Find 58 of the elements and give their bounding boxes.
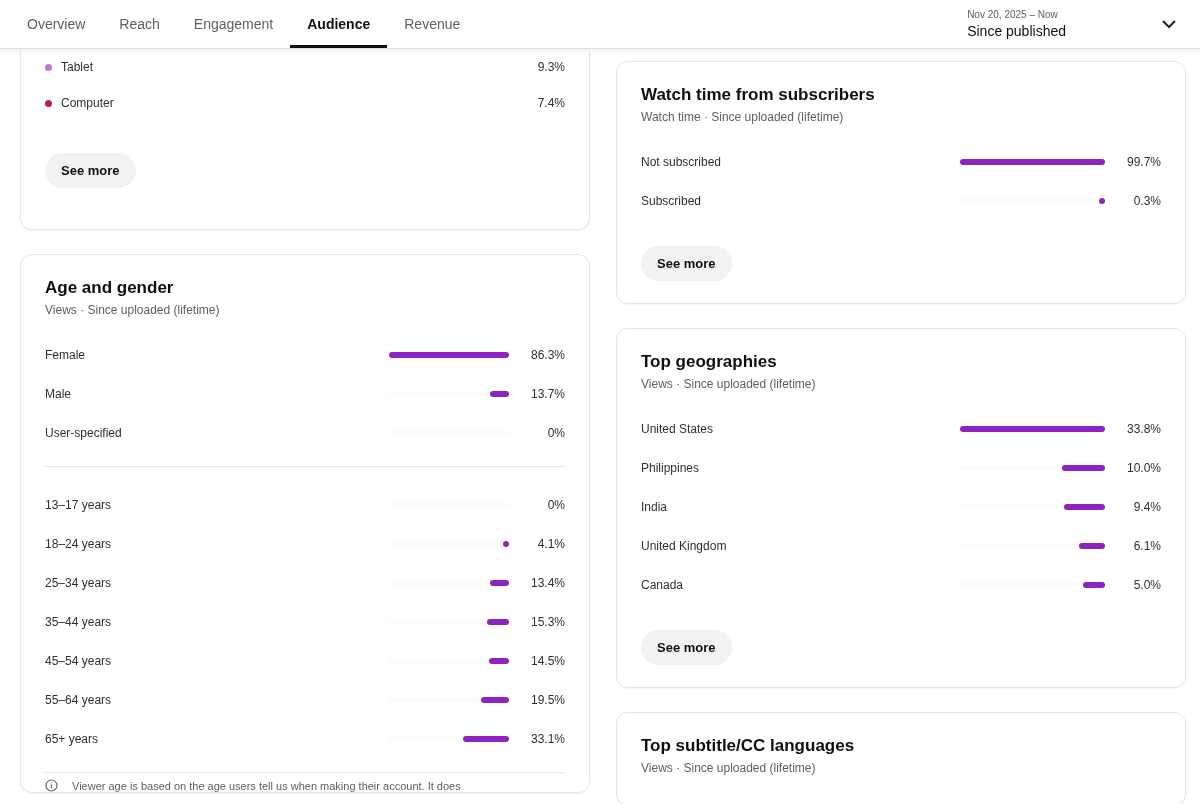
country-label: Philippines bbox=[641, 460, 701, 475]
card-subtitle: Views · Since uploaded (lifetime) bbox=[45, 303, 221, 317]
age-label: 55–64 years bbox=[45, 692, 113, 707]
percent-value: 5.0% bbox=[1132, 577, 1161, 592]
percent-value: 10.0% bbox=[1125, 460, 1161, 475]
card-subtitle: Views · Since uploaded (lifetime) bbox=[641, 377, 817, 391]
device-label: Tablet bbox=[61, 60, 95, 74]
percent-value: 4.1% bbox=[536, 536, 565, 551]
gender-label: Female bbox=[45, 347, 86, 362]
see-more-button[interactable]: See more bbox=[641, 246, 732, 281]
device-label: Computer bbox=[61, 96, 115, 110]
country-label: India bbox=[641, 499, 669, 514]
percent-value: 15.3% bbox=[529, 614, 565, 629]
see-more-button[interactable]: See more bbox=[45, 153, 136, 188]
percent-value: 13.4% bbox=[529, 575, 565, 590]
tab[interactable]: Overview bbox=[10, 2, 103, 48]
info-icon bbox=[45, 779, 58, 792]
percent-value: 14.5% bbox=[529, 653, 565, 668]
percent-value: 86.3% bbox=[529, 347, 565, 362]
percent-value: 99.7% bbox=[1125, 154, 1161, 169]
card-subtitle: Watch time · Since uploaded (lifetime) bbox=[641, 110, 845, 124]
gender-label: Male bbox=[45, 386, 72, 401]
country-label: Canada bbox=[641, 577, 685, 592]
percent-value: 0.3% bbox=[1132, 193, 1161, 208]
age-label: 18–24 years bbox=[45, 536, 113, 551]
tab[interactable]: Audience bbox=[290, 2, 388, 48]
percent-value: 33.8% bbox=[1125, 421, 1161, 436]
chevron-down-icon bbox=[1162, 19, 1176, 29]
card-title: Top subtitle/CC languages bbox=[641, 735, 856, 757]
tab[interactable]: Engagement bbox=[176, 2, 291, 48]
age-label: 35–44 years bbox=[45, 614, 113, 629]
percent-value: 6.1% bbox=[1132, 538, 1161, 553]
percent-value: 0% bbox=[546, 497, 565, 512]
card-subtitle: Views · Since uploaded (lifetime) bbox=[641, 761, 817, 775]
percent-value: 19.5% bbox=[529, 692, 565, 707]
card-title: Age and gender bbox=[45, 277, 175, 299]
age-label: 45–54 years bbox=[45, 653, 113, 668]
percent-value: 33.1% bbox=[529, 731, 565, 746]
age-label: 65+ years bbox=[45, 731, 100, 746]
see-more-button[interactable]: See more bbox=[641, 630, 732, 665]
age-label: 25–34 years bbox=[45, 575, 113, 590]
percent-value: 9.3% bbox=[536, 60, 565, 74]
country-label: United States bbox=[641, 421, 715, 436]
percent-value: 13.7% bbox=[529, 386, 565, 401]
percent-value: 7.4% bbox=[536, 96, 565, 110]
info-note: Viewer age is based on the age users tell us when making their account. It does bbox=[72, 779, 461, 792]
percent-value: 9.4% bbox=[1132, 499, 1161, 514]
country-label: United Kingdom bbox=[641, 538, 728, 553]
percent-value: 0% bbox=[546, 425, 565, 440]
tab[interactable]: Revenue bbox=[387, 2, 478, 48]
card-title: Watch time from subscribers bbox=[641, 84, 876, 106]
gender-label: User-specified bbox=[45, 425, 123, 440]
tab[interactable]: Reach bbox=[102, 2, 177, 48]
card-title: Top geographies bbox=[641, 351, 778, 373]
age-label: 13–17 years bbox=[45, 497, 113, 512]
subscription-label: Not subscribed bbox=[641, 154, 723, 169]
subscription-label: Subscribed bbox=[641, 193, 703, 208]
date-range-dropdown[interactable]: Nov 20, 2025 – Now Since published bbox=[967, 0, 1176, 48]
